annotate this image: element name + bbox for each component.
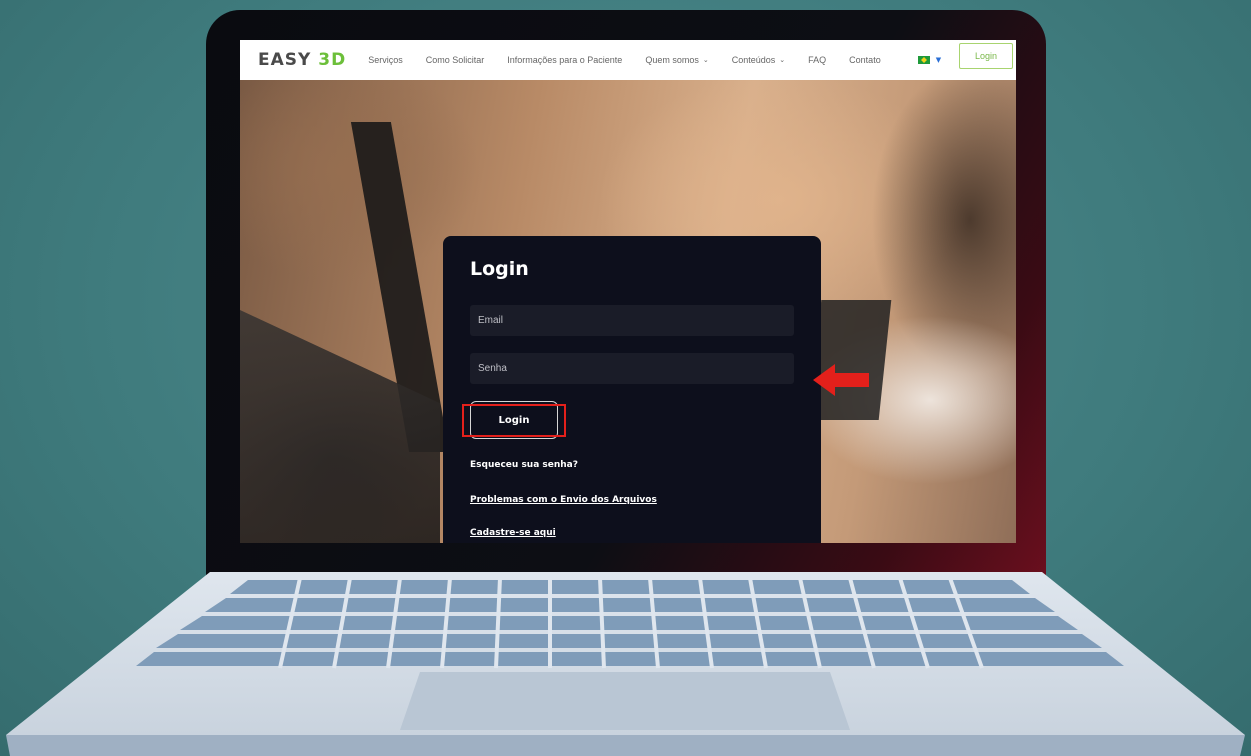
language-caret-icon[interactable]: ▼	[936, 56, 941, 64]
register-link[interactable]: Cadastre-se aqui	[470, 528, 556, 538]
laptop-screen: EASY 3D Serviços Como Solicitar Informaç…	[240, 40, 1016, 543]
chevron-down-icon: ⌄	[702, 57, 709, 64]
login-button[interactable]: Login	[470, 401, 558, 439]
chevron-down-icon: ⌄	[779, 57, 786, 64]
top-navbar: EASY 3D Serviços Como Solicitar Informaç…	[240, 40, 1016, 80]
forgot-password-link[interactable]: Esqueceu sua senha?	[470, 460, 578, 470]
nav-label: FAQ	[808, 55, 827, 65]
logo-text: EASY	[258, 50, 319, 70]
nav-label: Serviços	[368, 55, 403, 65]
easy3d-logo[interactable]: EASY 3D	[258, 50, 346, 70]
nav-item-quem-somos[interactable]: Quem somos ⌄	[645, 55, 708, 65]
nav-login-button[interactable]: Login	[959, 43, 1013, 69]
hero-background-photo: Login Login Esqueceu sua senha? Problema…	[240, 80, 1016, 543]
nav-item-faq[interactable]: FAQ	[808, 55, 826, 65]
nav-item-informacoes-paciente[interactable]: Informações para o Paciente	[507, 55, 622, 65]
nav-label: Contato	[849, 55, 881, 65]
nav-label: Conteúdos	[731, 55, 776, 65]
red-arrow-icon	[813, 364, 869, 396]
nav-label: Como Solicitar	[425, 55, 485, 65]
logo-accent: 3D	[318, 50, 347, 70]
laptop-keyboard-base	[6, 572, 1245, 756]
nav-label: Quem somos	[645, 55, 699, 65]
nav-item-como-solicitar[interactable]: Como Solicitar	[426, 55, 485, 65]
nav-links: Serviços Como Solicitar Informações para…	[368, 55, 904, 65]
nav-item-conteudos[interactable]: Conteúdos ⌄	[732, 55, 785, 65]
password-field[interactable]	[470, 353, 794, 384]
nav-item-servicos[interactable]: Serviços	[368, 55, 403, 65]
nav-item-contato[interactable]: Contato	[849, 55, 881, 65]
nav-label: Informações para o Paciente	[507, 55, 623, 65]
brazil-flag-icon[interactable]	[917, 56, 930, 64]
file-upload-problems-link[interactable]: Problemas com o Envio dos Arquivos	[470, 495, 657, 505]
email-field[interactable]	[470, 305, 794, 336]
login-card: Login Login Esqueceu sua senha? Problema…	[443, 236, 821, 543]
photo-keyboard	[808, 300, 892, 420]
login-title: Login	[470, 258, 529, 280]
